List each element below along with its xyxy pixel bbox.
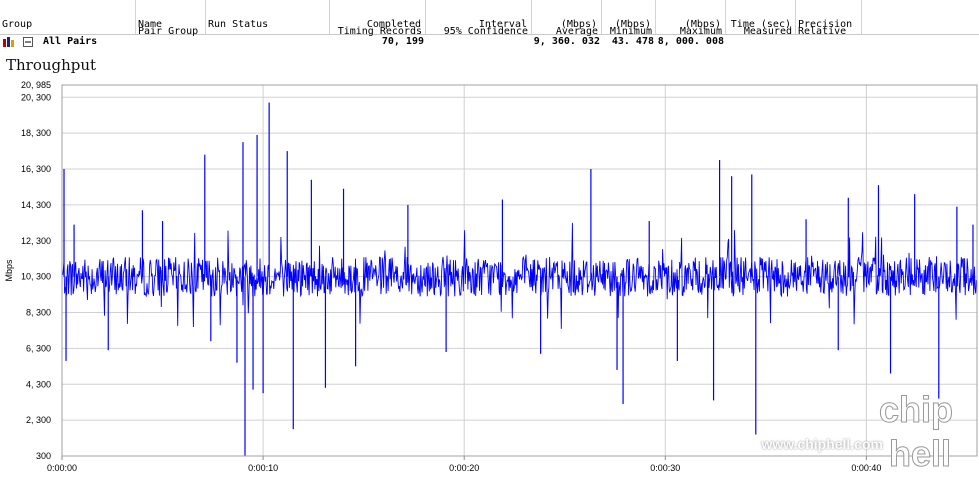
y-tick-label: 10, 300 <box>21 272 51 282</box>
y-tick-label: 4, 300 <box>26 379 51 389</box>
throughput-chart: 20, 985 20, 300 18, 300 16, 300 14, 300 12, 3… <box>4 80 978 473</box>
x-tick-label: 0:00:20 <box>449 463 479 473</box>
y-tick-label: 6, 300 <box>26 343 51 353</box>
logo-text-chip: chip <box>879 389 953 430</box>
watermark-url: www.chiphell.com <box>761 436 883 452</box>
y-tick-label: 20, 985 <box>21 80 51 90</box>
y-tick-label: 8, 300 <box>26 308 51 318</box>
y-tick-label: 14, 300 <box>21 200 51 210</box>
throughput-series <box>61 102 978 456</box>
x-tick-label: 0:00:00 <box>47 463 77 473</box>
x-tick-label: 0:00:10 <box>248 463 278 473</box>
y-axis-label: Mbps <box>4 259 14 282</box>
y-tick-label: 20, 300 <box>21 92 51 102</box>
x-tick-label: 0:00:30 <box>650 463 680 473</box>
chiphell-logo: chip hell <box>879 389 954 475</box>
y-tick-label: 16, 300 <box>21 164 51 174</box>
logo-text-hell: hell <box>889 433 951 474</box>
y-tick-label: 18, 300 <box>21 128 51 138</box>
y-tick-label: 300 <box>36 451 51 461</box>
y-tick-label: 2, 300 <box>26 415 51 425</box>
y-tick-label: 12, 300 <box>21 236 51 246</box>
